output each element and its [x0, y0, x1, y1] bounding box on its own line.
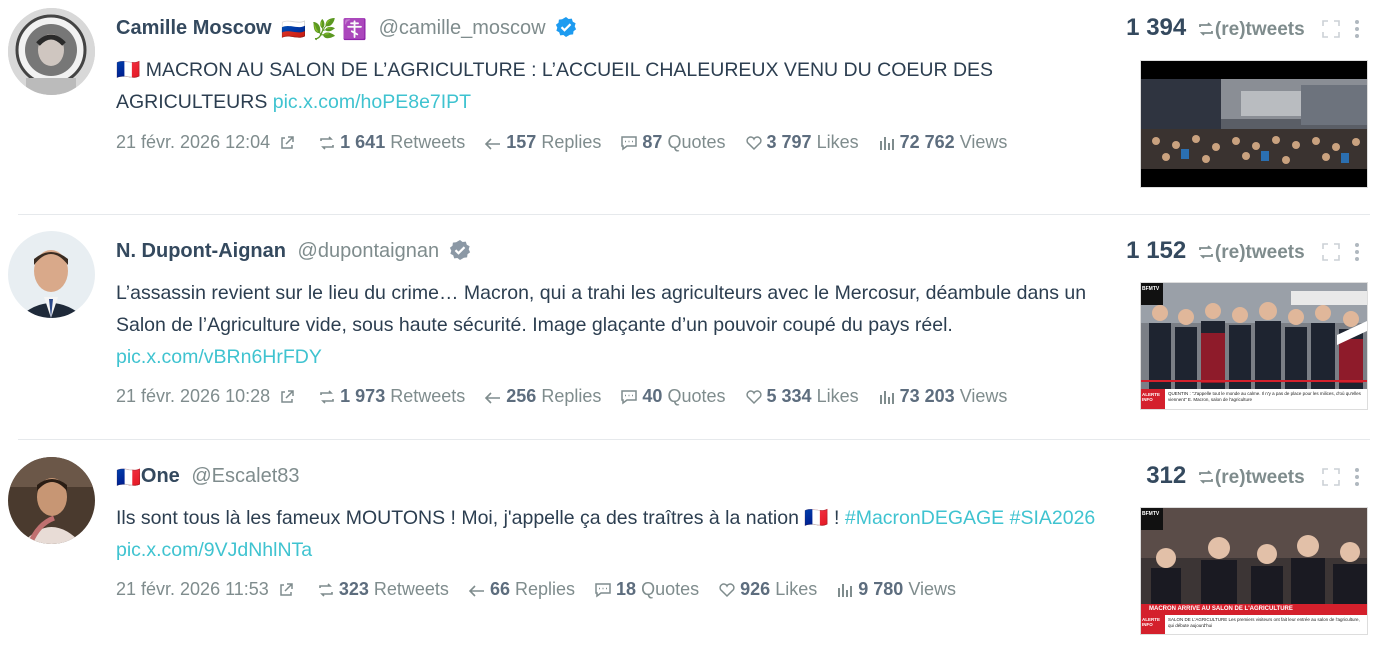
hashtag-link[interactable]: #MacronDEGAGE	[845, 507, 1004, 529]
tv-news-photo-image	[1141, 508, 1367, 634]
channel-logo: BFMTV	[1142, 286, 1160, 292]
media-link[interactable]: pic.x.com/9VJdNhlNTa	[116, 539, 312, 561]
avatar[interactable]	[8, 231, 95, 318]
external-link-icon[interactable]	[274, 579, 298, 600]
likes-stat[interactable]: 5 334 Likes	[745, 386, 859, 407]
author-flags: 🇷🇺 🌿 ☦️	[281, 19, 367, 41]
retweets-stat[interactable]: 323 Retweets	[317, 579, 449, 600]
likes-stat[interactable]: 926 Likes	[718, 579, 817, 600]
views-stat[interactable]: 73 203 Views	[878, 386, 1007, 407]
verified-badge-icon	[556, 17, 577, 37]
retweet-total: 312	[1146, 462, 1187, 489]
alert-banner: ALERTE INFO	[1142, 617, 1160, 627]
tweet-date[interactable]: 21 févr. 2026 10:28	[116, 386, 270, 407]
author-handle[interactable]: @camille_moscow	[379, 17, 546, 39]
expand-icon[interactable]	[1321, 466, 1341, 494]
avatar-portrait-image	[8, 231, 95, 318]
author-line: 🇫🇷One @Escalet83	[116, 465, 300, 490]
author-name[interactable]: One	[141, 465, 180, 487]
retweet-summary: 1 152 (re)tweets	[1126, 237, 1360, 269]
media-thumbnail[interactable]	[1140, 60, 1368, 188]
author-name[interactable]: N. Dupont-Aignan	[116, 240, 286, 262]
tweet-body: L’assassin revient sur le lieu du crime……	[116, 282, 1087, 336]
tweet-stats: 21 févr. 2026 12:04 1 641 Retweets 157 R…	[116, 132, 1007, 153]
media-link[interactable]: pic.x.com/vBRn6HrFDY	[116, 346, 322, 368]
author-handle[interactable]: @dupontaignan	[298, 240, 440, 262]
divider	[18, 214, 1370, 215]
retweet-summary: 312 (re)tweets	[1146, 462, 1360, 494]
channel-logo: BFMTV	[1142, 511, 1160, 517]
news-caption: SALON DE L'AGRICULTURE Les premiers visi…	[1168, 617, 1360, 628]
verified-badge-icon	[449, 240, 470, 260]
retweet-summary: 1 394 (re)tweets	[1126, 14, 1360, 46]
tweet-stats: 21 févr. 2026 11:53 323 Retweets 66 Repl…	[116, 579, 956, 600]
views-stat[interactable]: 72 762 Views	[878, 132, 1007, 153]
media-link[interactable]: pic.x.com/hoPE8e7IPT	[273, 91, 471, 113]
tweet-date[interactable]: 21 févr. 2026 12:04	[116, 132, 270, 153]
expand-icon[interactable]	[1321, 241, 1341, 269]
avatar[interactable]	[8, 8, 95, 95]
tweet-text: Ils sont tous là les fameux MOUTONS ! Mo…	[116, 502, 1116, 566]
external-link-icon[interactable]	[275, 386, 299, 407]
retweet-total: 1 152	[1126, 237, 1187, 264]
media-thumbnail[interactable]: BFMTV ALERTE INFO QUENTIN : "J'appelle t…	[1140, 282, 1368, 410]
more-options-icon[interactable]	[1354, 466, 1360, 494]
avatar-astronaut-image	[8, 8, 95, 95]
media-thumbnail[interactable]: BFMTV MACRON ARRIVE AU SALON DE L'AGRICU…	[1140, 507, 1368, 635]
avatar[interactable]	[8, 457, 95, 544]
tweet-body: 🇫🇷 MACRON AU SALON DE L’AGRICULTURE : L’…	[116, 59, 994, 113]
crowd-photo-image	[1141, 61, 1367, 187]
retweets-stat[interactable]: 1 641 Retweets	[318, 132, 465, 153]
expand-icon[interactable]	[1321, 18, 1341, 46]
more-options-icon[interactable]	[1354, 18, 1360, 46]
quotes-stat[interactable]: 18 Quotes	[594, 579, 699, 600]
replies-stat[interactable]: 157 Replies	[484, 132, 601, 153]
external-link-icon[interactable]	[275, 132, 299, 153]
replies-stat[interactable]: 66 Replies	[468, 579, 575, 600]
divider	[18, 439, 1370, 440]
author-line: N. Dupont-Aignan @dupontaignan	[116, 239, 471, 263]
tweet-date[interactable]: 21 févr. 2026 11:53	[116, 579, 269, 600]
tweet-text: 🇫🇷 MACRON AU SALON DE L’AGRICULTURE : L’…	[116, 54, 1116, 118]
views-stat[interactable]: 9 780 Views	[836, 579, 956, 600]
retweets-stat[interactable]: 1 973 Retweets	[318, 386, 465, 407]
retweet-total: 1 394	[1126, 14, 1187, 41]
quotes-stat[interactable]: 87 Quotes	[620, 132, 725, 153]
author-name[interactable]: Camille Moscow	[116, 17, 272, 39]
author-handle[interactable]: @Escalet83	[191, 465, 299, 487]
likes-stat[interactable]: 3 797 Likes	[745, 132, 859, 153]
tweet-text: L’assassin revient sur le lieu du crime……	[116, 277, 1116, 373]
author-line: Camille Moscow 🇷🇺 🌿 ☦️ @camille_moscow	[116, 16, 577, 42]
replies-stat[interactable]: 256 Replies	[484, 386, 601, 407]
retweets-link[interactable]: (re)tweets	[1197, 242, 1305, 263]
news-caption: QUENTIN : "J'appelle tout le monde au ca…	[1168, 391, 1361, 402]
alert-banner: ALERTE INFO	[1142, 392, 1160, 402]
quotes-stat[interactable]: 40 Quotes	[620, 386, 725, 407]
author-flag: 🇫🇷	[116, 467, 141, 489]
tweet-stats: 21 févr. 2026 10:28 1 973 Retweets 256 R…	[116, 386, 1007, 407]
hashtag-link[interactable]: #SIA2026	[1010, 507, 1096, 529]
more-options-icon[interactable]	[1354, 241, 1360, 269]
retweets-link[interactable]: (re)tweets	[1197, 19, 1305, 40]
retweets-link[interactable]: (re)tweets	[1197, 467, 1305, 488]
news-headline: MACRON ARRIVE AU SALON DE L'AGRICULTURE	[1149, 606, 1293, 612]
avatar-portrait-image	[8, 457, 95, 544]
tweet-body: Ils sont tous là les fameux MOUTONS ! Mo…	[116, 507, 840, 529]
